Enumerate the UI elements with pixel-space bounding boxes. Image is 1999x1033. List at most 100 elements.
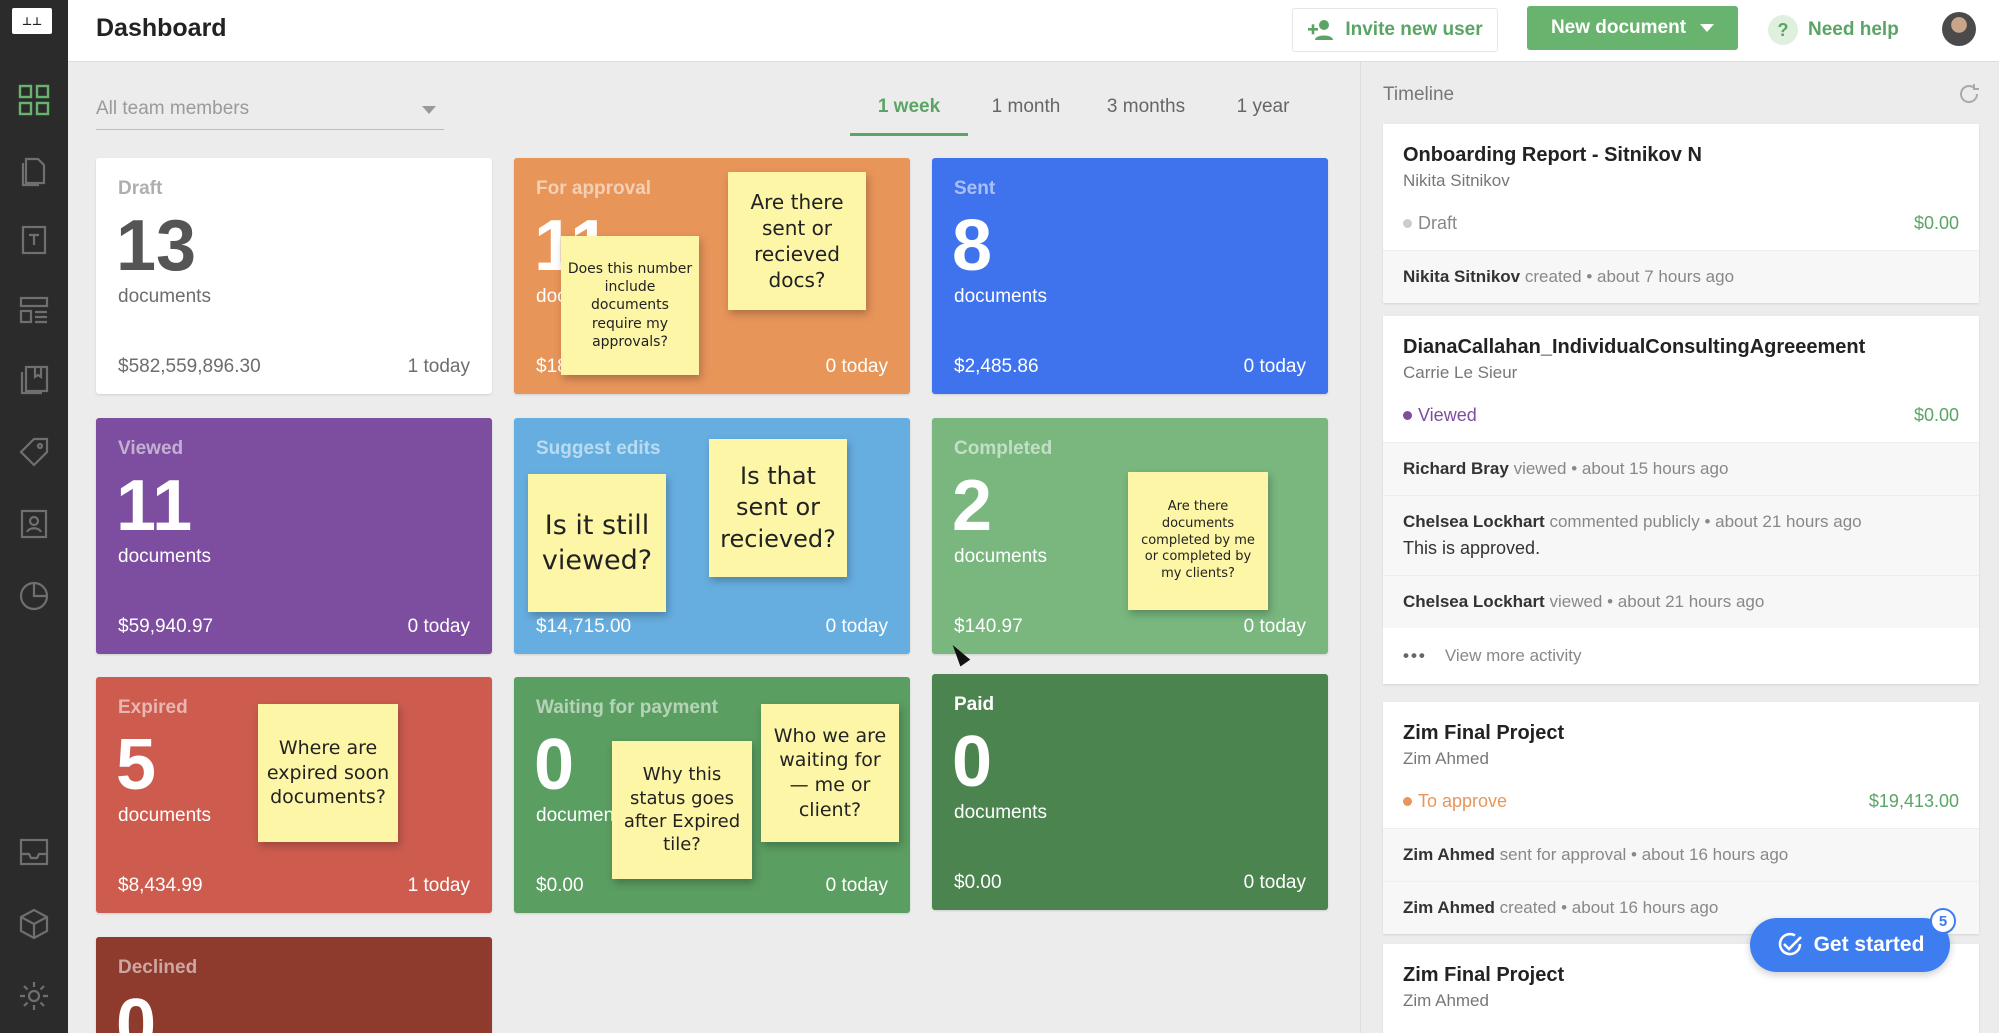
timeline-card[interactable]: Zim Final Project Zim Ahmed To approve $… bbox=[1383, 702, 1979, 934]
tile-count: 5 bbox=[116, 725, 157, 805]
help-icon: ? bbox=[1768, 15, 1798, 45]
timeline-panel: Timeline Onboarding Report - Sitnikov N … bbox=[1360, 62, 1999, 1033]
chevron-down-icon bbox=[1700, 24, 1715, 32]
new-document-button[interactable]: New document bbox=[1527, 6, 1738, 50]
tab-3-months[interactable]: 3 months bbox=[1084, 96, 1208, 136]
activity-item: Zim Ahmed sent for approval • about 16 h… bbox=[1383, 828, 1979, 881]
status-dot bbox=[1403, 411, 1412, 420]
activity-time: • about 21 hours ago bbox=[1704, 512, 1862, 531]
layout-icon[interactable] bbox=[14, 290, 54, 330]
sticky-note: Are there sent or recieved docs? bbox=[728, 172, 866, 310]
template-icon[interactable] bbox=[14, 220, 54, 260]
status-text: Viewed bbox=[1418, 405, 1477, 425]
invite-user-button[interactable]: Invite new user bbox=[1292, 8, 1498, 52]
tab-1-year[interactable]: 1 year bbox=[1208, 96, 1318, 136]
activity-actor[interactable]: Richard Bray bbox=[1403, 459, 1509, 478]
grid-icon[interactable] bbox=[14, 80, 54, 120]
tile-today: 0 today bbox=[825, 356, 888, 377]
settings-icon[interactable] bbox=[14, 976, 54, 1016]
document-owner: Zim Ahmed bbox=[1403, 991, 1489, 1010]
status-text: To approve bbox=[1418, 791, 1508, 811]
need-help-label: Need help bbox=[1808, 19, 1899, 40]
activity-actor[interactable]: Nikita Sitnikov bbox=[1403, 267, 1520, 286]
tile-amount: $59,940.97 bbox=[118, 616, 214, 637]
tile-docs-label: documents bbox=[954, 286, 1047, 307]
tile-today: 0 today bbox=[825, 616, 888, 637]
need-help-button[interactable]: ? Need help bbox=[1768, 10, 1899, 50]
tile-count: 0 bbox=[534, 725, 575, 805]
tile-label: Viewed bbox=[118, 438, 184, 459]
timeline-card[interactable]: DianaCallahan_IndividualConsultingAgreee… bbox=[1383, 316, 1979, 684]
tile-paid[interactable]: Paid 0 documents $0.00 0 today bbox=[932, 674, 1328, 910]
contacts-icon[interactable] bbox=[14, 504, 54, 544]
activity-action: sent for approval bbox=[1499, 845, 1627, 864]
document-price: $0.00 bbox=[1913, 405, 1959, 425]
top-header: Dashboard Invite new user New document ?… bbox=[68, 0, 1999, 62]
activity-actor[interactable]: Chelsea Lockhart bbox=[1403, 512, 1545, 531]
cube-icon[interactable] bbox=[14, 904, 54, 944]
tile-label: Completed bbox=[954, 438, 1053, 459]
tile-draft[interactable]: Draft 13 documents $582,559,896.30 1 tod… bbox=[96, 158, 492, 394]
tile-count: 0 bbox=[952, 722, 993, 802]
activity-action: viewed bbox=[1549, 592, 1603, 611]
status-badge: Viewed bbox=[1403, 405, 1477, 426]
invite-user-label: Invite new user bbox=[1345, 19, 1483, 40]
activity-action: viewed bbox=[1513, 459, 1567, 478]
tile-today: 1 today bbox=[407, 875, 470, 896]
activity-item: Richard Bray viewed • about 15 hours ago bbox=[1383, 442, 1979, 495]
new-document-label: New document bbox=[1550, 17, 1687, 38]
sidebar: ⊥⊥ bbox=[0, 0, 68, 1033]
sticky-note: Does this number include documents requi… bbox=[561, 236, 699, 375]
reports-icon[interactable] bbox=[14, 576, 54, 616]
tile-viewed[interactable]: Viewed 11 documents $59,940.97 0 today bbox=[96, 418, 492, 654]
status-badge: To approve bbox=[1403, 791, 1507, 812]
document-name[interactable]: Onboarding Report - Sitnikov N bbox=[1403, 144, 1959, 167]
tile-label: Declined bbox=[118, 957, 198, 978]
status-dot bbox=[1403, 797, 1412, 806]
tile-declined[interactable]: Declined 0 bbox=[96, 937, 492, 1033]
activity-time: • about 21 hours ago bbox=[1607, 592, 1765, 611]
activity-time: • about 15 hours ago bbox=[1571, 459, 1729, 478]
activity-time: • about 7 hours ago bbox=[1586, 267, 1735, 286]
tile-today: 0 today bbox=[825, 875, 888, 896]
team-members-select[interactable]: All team members bbox=[96, 92, 444, 130]
tile-count: 2 bbox=[952, 466, 993, 546]
tab-1-month[interactable]: 1 month bbox=[968, 96, 1084, 136]
user-avatar[interactable] bbox=[1942, 12, 1976, 46]
status-text: Draft bbox=[1418, 213, 1458, 233]
tile-amount: $582,559,896.30 bbox=[118, 356, 261, 377]
status-badge: Draft bbox=[1403, 213, 1457, 234]
activity-item: Chelsea Lockhart commented publicly • ab… bbox=[1383, 495, 1979, 575]
inbox-icon[interactable] bbox=[14, 832, 54, 872]
activity-actor[interactable]: Zim Ahmed bbox=[1403, 845, 1495, 864]
timeline-card[interactable]: Onboarding Report - Sitnikov N Nikita Si… bbox=[1383, 124, 1979, 303]
tile-label: For approval bbox=[536, 178, 652, 199]
refresh-icon[interactable] bbox=[1957, 82, 1981, 106]
team-members-placeholder: All team members bbox=[96, 98, 250, 119]
tag-icon[interactable] bbox=[14, 432, 54, 472]
document-price: $19,413.00 bbox=[1868, 791, 1959, 811]
tile-today: 0 today bbox=[407, 616, 470, 637]
get-started-button[interactable]: Get started 5 bbox=[1750, 908, 1956, 972]
tile-amount: $2,485.86 bbox=[954, 356, 1039, 377]
tile-label: Draft bbox=[118, 178, 163, 199]
tile-count: 8 bbox=[952, 206, 993, 286]
document-name[interactable]: Zim Final Project bbox=[1403, 722, 1959, 745]
documents-icon[interactable] bbox=[14, 150, 54, 190]
view-more-label: View more activity bbox=[1444, 646, 1582, 665]
status-dot bbox=[1403, 219, 1412, 228]
app-logo[interactable]: ⊥⊥ bbox=[12, 8, 52, 34]
view-more-activity-link[interactable]: ••• View more activity bbox=[1383, 628, 1979, 684]
tile-sent[interactable]: Sent 8 documents $2,485.86 0 today bbox=[932, 158, 1328, 394]
tile-label: Expired bbox=[118, 697, 188, 718]
activity-actor[interactable]: Zim Ahmed bbox=[1403, 898, 1495, 917]
tab-1-week[interactable]: 1 week bbox=[850, 96, 968, 136]
sticky-note: Are there documents completed by me or c… bbox=[1128, 472, 1268, 610]
activity-actor[interactable]: Chelsea Lockhart bbox=[1403, 592, 1545, 611]
timeline-title: Timeline bbox=[1383, 84, 1455, 105]
tile-amount: $8,434.99 bbox=[118, 875, 203, 896]
tile-amount: $0.00 bbox=[536, 875, 584, 896]
document-name[interactable]: DianaCallahan_IndividualConsultingAgreee… bbox=[1403, 336, 1959, 359]
library-icon[interactable] bbox=[14, 360, 54, 400]
activity-item: Chelsea Lockhart viewed • about 21 hours… bbox=[1383, 575, 1979, 628]
